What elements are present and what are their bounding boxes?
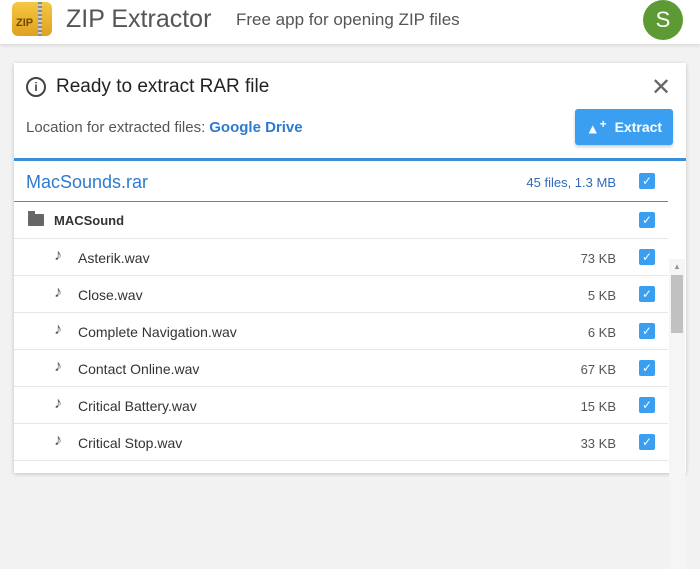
archive-name: MacSounds.rar [26,172,149,192]
location-label: Location for extracted files: [26,119,206,136]
archive-checkbox[interactable]: ✓ [639,173,655,189]
file-size: 15 KB [580,399,616,414]
file-list: MacSounds.rar 45 files, 1.3 MB ✓ MACSoun… [14,158,686,569]
file-checkbox[interactable]: ✓ [639,249,655,265]
file-size: 73 KB [580,251,616,266]
archive-summary: 45 files, 1.3 MB [526,175,616,190]
location-row: Location for extracted files: Google Driv… [26,119,303,136]
info-icon: i [26,77,46,97]
file-name: Complete Navigation.wav [78,324,237,340]
file-checkbox[interactable]: ✓ [639,434,655,450]
scroll-up-icon[interactable]: ▲ [673,262,681,271]
close-icon[interactable]: ✕ [651,73,671,102]
file-row: ♪ Critical Battery.wav 15 KB ✓ [14,387,668,424]
scrollbar[interactable]: ▲ [669,259,685,569]
extract-dialog: i Ready to extract RAR file ✕ Location f… [14,63,686,569]
file-size: 33 KB [580,436,616,451]
file-row: ♪ Asterik.wav 73 KB ✓ [14,239,668,276]
folder-name: MACSound [54,213,125,228]
file-name: Critical Stop.wav [78,435,183,451]
file-name: Asterik.wav [78,250,150,266]
drive-add-icon: ▲+ [585,117,607,137]
logo-text: ZIP [16,17,34,29]
file-name: Contact Online.wav [78,361,200,377]
music-note-icon: ♪ [54,395,62,412]
file-checkbox[interactable]: ✓ [639,286,655,302]
avatar[interactable]: S [643,0,683,40]
music-note-icon: ♪ [54,432,62,449]
file-size: 6 KB [587,325,616,340]
dialog-title: Ready to extract RAR file [56,76,270,97]
scrollbar-thumb[interactable] [671,275,683,333]
file-name: Critical Battery.wav [78,398,197,414]
app-header: ZIP ZIP Extractor Free app for opening Z… [0,0,700,44]
file-checkbox[interactable]: ✓ [639,323,655,339]
file-size: 67 KB [580,362,616,377]
file-checkbox[interactable]: ✓ [639,360,655,376]
file-name: Close.wav [78,287,143,303]
app-tagline: Free app for opening ZIP files [236,10,460,29]
file-size: 5 KB [587,288,616,303]
music-note-icon: ♪ [54,284,62,301]
zipper-icon [38,2,42,36]
extract-button[interactable]: ▲+ Extract [575,109,673,145]
music-note-icon: ♪ [54,247,62,264]
file-row: ♪ Close.wav 5 KB ✓ [14,276,668,313]
file-row: ♪ Complete Navigation.wav 6 KB ✓ [14,313,668,350]
folder-checkbox[interactable]: ✓ [639,212,655,228]
archive-row: MacSounds.rar 45 files, 1.3 MB ✓ [14,161,668,202]
music-note-icon: ♪ [54,358,62,375]
folder-row: MACSound ✓ [14,202,668,239]
zip-logo: ZIP [12,2,52,36]
location-link[interactable]: Google Drive [209,119,302,136]
extract-label: Extract [614,119,663,135]
file-row: ♪ Contact Online.wav 67 KB ✓ [14,350,668,387]
file-row: ♪ Critical Stop.wav 33 KB ✓ [14,424,668,461]
folder-icon [28,211,44,226]
music-note-icon: ♪ [54,321,62,338]
file-checkbox[interactable]: ✓ [639,397,655,413]
app-title: ZIP Extractor [66,5,212,33]
